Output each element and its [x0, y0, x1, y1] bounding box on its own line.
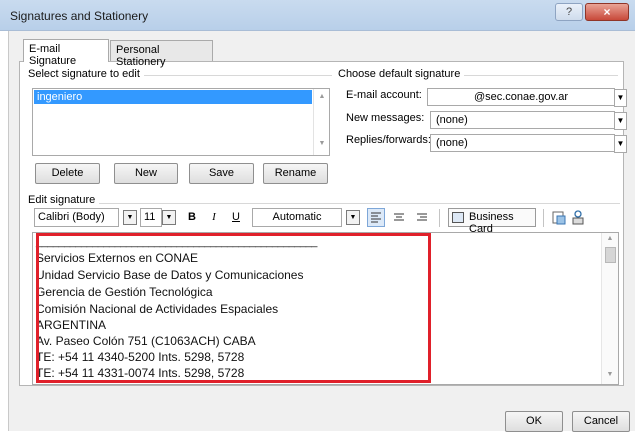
delete-button[interactable]: Delete	[35, 163, 100, 184]
highlight-annotation	[36, 233, 431, 383]
save-button[interactable]: Save	[189, 163, 254, 184]
new-messages-label: New messages:	[346, 112, 425, 124]
chevron-down-icon[interactable]: ▼	[614, 112, 627, 130]
font-size-dropdown[interactable]: 11	[140, 208, 162, 227]
chevron-down-icon[interactable]: ▼	[346, 210, 360, 225]
toolbar-separator	[543, 209, 544, 227]
tab-email-signature[interactable]: E-mail Signature	[23, 39, 109, 67]
align-right-icon[interactable]	[414, 209, 430, 226]
ok-button[interactable]: OK	[505, 411, 563, 432]
replies-forwards-label: Replies/forwards:	[346, 134, 431, 146]
underline-button[interactable]: U	[228, 209, 244, 226]
window-title: Signatures and Stationery	[10, 9, 149, 23]
close-button[interactable]: ×	[585, 3, 629, 21]
email-account-label: E-mail account:	[346, 89, 422, 101]
chevron-down-icon[interactable]: ▼	[614, 135, 627, 153]
replies-forwards-dropdown[interactable]: (none)	[430, 134, 615, 152]
edit-signature-label: Edit signature	[28, 194, 100, 206]
email-account-dropdown[interactable]: @sec.conae.gov.ar	[427, 88, 615, 106]
editor-scrollbar[interactable]: ▲ ▼	[601, 233, 618, 384]
font-family-dropdown[interactable]: Calibri (Body)	[34, 208, 119, 227]
chevron-down-icon[interactable]: ▼	[162, 210, 176, 225]
chevron-down-icon[interactable]: ▼	[123, 210, 137, 225]
align-left-icon[interactable]	[367, 208, 385, 227]
font-color-dropdown[interactable]: Automatic	[252, 208, 342, 227]
scroll-thumb[interactable]	[605, 247, 616, 263]
new-messages-dropdown[interactable]: (none)	[430, 111, 615, 129]
insert-picture-icon[interactable]	[551, 209, 567, 226]
scroll-down-icon[interactable]: ▼	[314, 140, 330, 147]
default-signature-label: Choose default signature	[338, 68, 465, 80]
cancel-button[interactable]: Cancel	[572, 411, 630, 432]
list-scrollbar[interactable]: ▲ ▼	[313, 89, 329, 155]
signature-list[interactable]: ingeniero ▲ ▼	[32, 88, 330, 156]
scroll-down-icon[interactable]: ▼	[602, 371, 618, 378]
tab-personal-stationery[interactable]: Personal Stationery	[110, 40, 213, 68]
toolbar-separator	[439, 209, 440, 227]
rename-button[interactable]: Rename	[263, 163, 328, 184]
chevron-down-icon[interactable]: ▼	[614, 89, 627, 107]
list-item[interactable]: ingeniero	[34, 90, 312, 104]
select-signature-label: Select signature to edit	[28, 68, 144, 80]
group-divider	[32, 203, 620, 204]
business-card-button[interactable]: Business Card	[448, 208, 536, 235]
scroll-up-icon[interactable]: ▲	[602, 235, 618, 242]
scroll-up-icon[interactable]: ▲	[314, 93, 330, 100]
help-button[interactable]: ?	[555, 3, 583, 21]
italic-button[interactable]: I	[206, 209, 222, 226]
insert-hyperlink-icon[interactable]	[570, 209, 586, 226]
bold-button[interactable]: B	[184, 209, 200, 226]
business-card-icon	[452, 212, 464, 223]
align-center-icon[interactable]	[391, 209, 407, 226]
new-button[interactable]: New	[114, 163, 178, 184]
